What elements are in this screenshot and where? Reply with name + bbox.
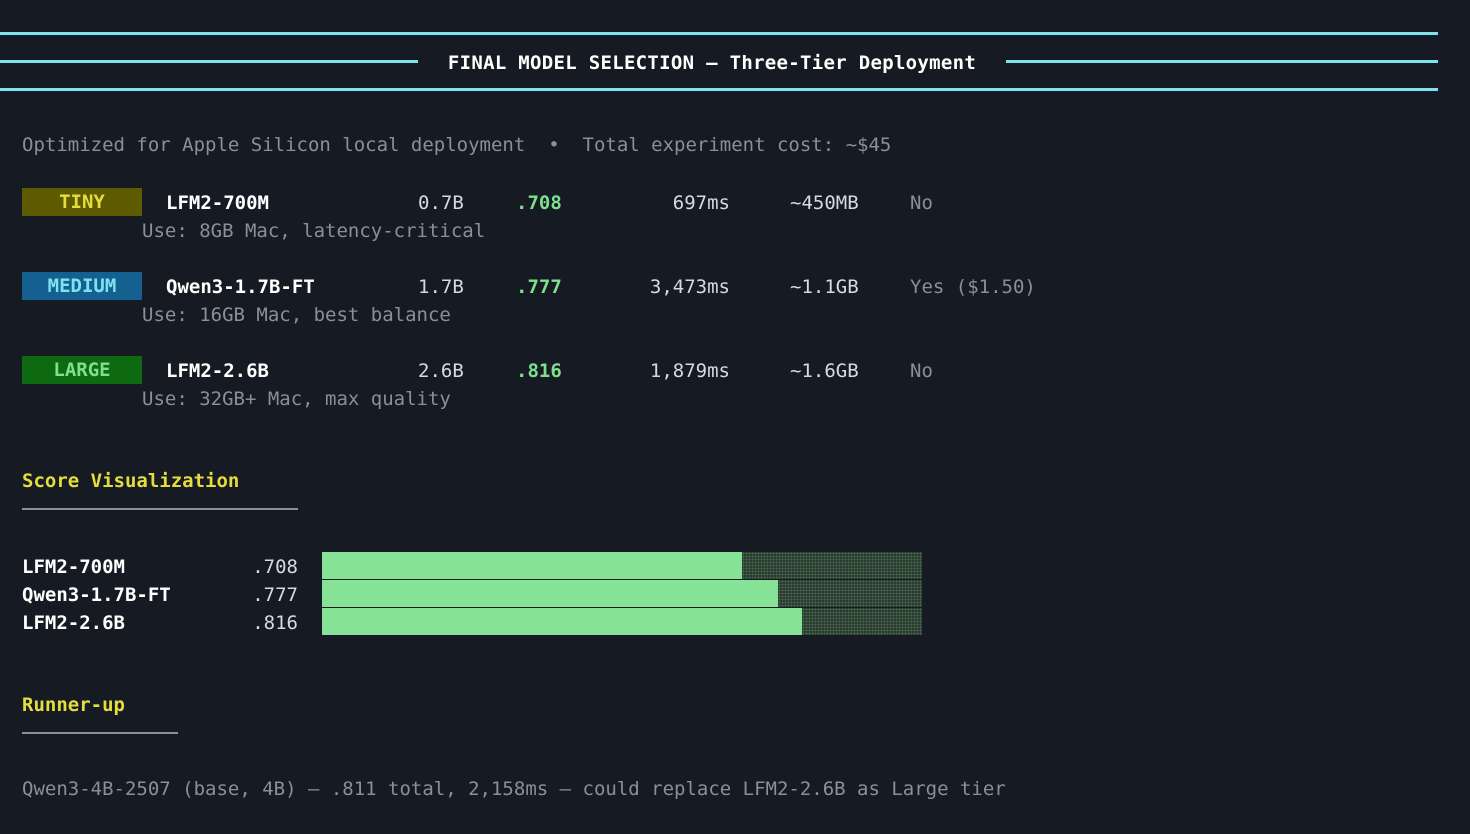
memory-value: ~450MB	[790, 192, 859, 214]
model-name: LFM2-2.6B	[166, 360, 269, 382]
tier-badge: MEDIUM	[22, 272, 142, 300]
memory-value: ~1.1GB	[790, 276, 859, 298]
runner-up-title: Runner-up	[22, 694, 125, 716]
memory-value: ~1.6GB	[790, 360, 859, 382]
finetune-value: No	[910, 192, 933, 214]
score-value: .777	[516, 276, 562, 298]
use-case: Use: 8GB Mac, latency-critical	[142, 220, 486, 242]
tier-badge: TINY	[22, 188, 142, 216]
score-bar-label: LFM2-2.6B	[22, 612, 125, 634]
runner-up-text: Qwen3-4B-2507 (base, 4B) — .811 total, 2…	[22, 778, 1006, 800]
score-visualization-rule	[22, 508, 298, 510]
banner-rule-mid-left	[0, 60, 418, 63]
param-count: 2.6B	[418, 360, 464, 382]
latency-value: 697ms	[672, 192, 730, 214]
score-bar-value: .777	[252, 584, 298, 606]
latency-value: 3,473ms	[649, 276, 730, 298]
score-value: .816	[516, 360, 562, 382]
score-bar-value: .708	[252, 556, 298, 578]
model-name: LFM2-700M	[166, 192, 269, 214]
score-bar-track	[322, 552, 922, 579]
subtitle: Optimized for Apple Silicon local deploy…	[22, 134, 892, 156]
param-count: 0.7B	[418, 192, 464, 214]
score-bar-track	[322, 608, 922, 635]
score-bar-fill	[322, 580, 778, 607]
tier-badge: LARGE	[22, 356, 142, 384]
use-case: Use: 32GB+ Mac, max quality	[142, 388, 451, 410]
finetune-value: Yes ($1.50)	[910, 276, 1036, 298]
banner-rule-bottom	[0, 88, 1438, 91]
score-bar-fill	[322, 552, 742, 579]
runner-up-rule	[22, 732, 178, 734]
score-visualization-title: Score Visualization	[22, 470, 240, 492]
latency-value: 1,879ms	[649, 360, 730, 382]
score-bar-label: Qwen3-1.7B-FT	[22, 584, 171, 606]
score-bar-value: .816	[252, 612, 298, 634]
model-name: Qwen3-1.7B-FT	[166, 276, 315, 298]
banner-rule-top	[0, 32, 1438, 35]
finetune-value: No	[910, 360, 933, 382]
param-count: 1.7B	[418, 276, 464, 298]
terminal-screen: FINAL MODEL SELECTION — Three-Tier Deplo…	[0, 0, 1470, 834]
use-case: Use: 16GB Mac, best balance	[142, 304, 451, 326]
score-value: .708	[516, 192, 562, 214]
score-bar-label: LFM2-700M	[22, 556, 125, 578]
score-bar-track	[322, 580, 922, 607]
page-title: FINAL MODEL SELECTION — Three-Tier Deplo…	[447, 52, 977, 74]
score-bar-fill	[322, 608, 802, 635]
banner-rule-mid-right	[1006, 60, 1438, 63]
